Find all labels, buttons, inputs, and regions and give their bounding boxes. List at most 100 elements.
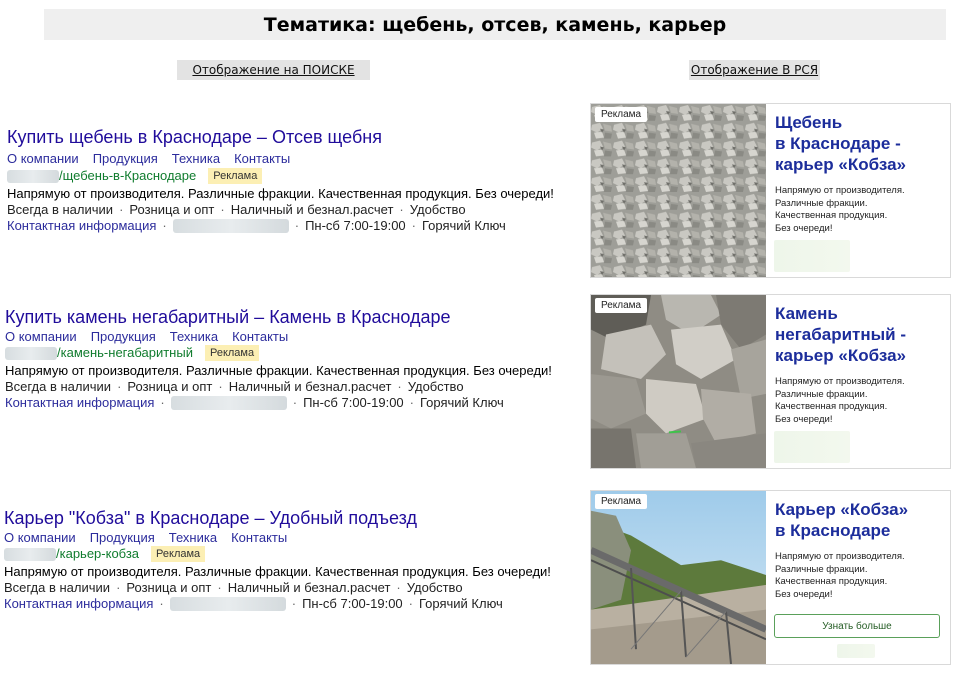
ad-url-row: /карьер-кобза Реклама [4,546,551,562]
boulders-photo [591,295,766,468]
ad-label: Реклама [595,494,648,509]
quarry-photo [591,491,766,664]
sitelink[interactable]: О компании [7,151,79,166]
title-line: Карьер «Кобза» [775,500,909,519]
sitelink[interactable]: Продукция [93,151,158,166]
rsya-ad-text: Карьер «Кобза» в Краснодаре Напрямую от … [775,499,945,601]
sitelink[interactable]: Продукция [90,530,155,545]
title-line: негабаритный - [775,325,906,344]
sitelink[interactable]: О компании [5,329,77,344]
ad-features: Всегда в наличии · Розница и опт · Наличный … [7,202,466,217]
sitelink[interactable]: Техника [172,151,220,166]
ad-badge: Реклама [208,168,263,184]
ad-url-row: /щебень-в-Краснодаре Реклама [7,168,554,184]
ad-label: Реклама [595,298,648,313]
ad-url-path[interactable]: /карьер-кобза [56,546,139,562]
desc-line: Напрямую от производителя. [775,551,905,562]
desc-line: Качественная продукция. [775,401,888,412]
work-hours: Пн-сб 7:00-19:00 [302,596,403,611]
feature: Розница и опт [127,379,213,394]
rsya-ad-text: Камень негабаритный - карьер «Кобза» Нап… [775,303,945,426]
sitelink[interactable]: Контакты [231,530,287,545]
sitelink[interactable]: Техника [170,329,218,344]
title-line: в Краснодаре [775,521,891,540]
sitelink[interactable]: Техника [169,530,217,545]
sitelink[interactable]: О компании [4,530,76,545]
rsya-ad-title[interactable]: Карьер «Кобза» в Краснодаре [775,499,945,541]
ad-title[interactable]: Карьер "Кобза" в Краснодаре – Удобный по… [4,508,551,529]
ad-description: Напрямую от производителя. Различные фра… [5,363,552,378]
ad-description: Напрямую от производителя. Различные фра… [4,564,551,579]
ad-contact-row: Контактная информация · · Пн-сб 7:00-19:0… [4,596,503,612]
page-header: Тематика: щебень, отсев, камень, карьер [44,9,946,40]
work-hours: Пн-сб 7:00-19:00 [305,218,406,233]
sitelink[interactable]: Контакты [234,151,290,166]
ad-features: Всегда в наличии · Розница и опт · Наличный … [5,379,464,394]
blurred-domain [4,547,56,561]
feature: Наличный и безнал.расчет [228,379,392,394]
rsya-ad-text: Щебень в Краснодаре - карьер «Кобза» Нап… [775,112,945,235]
desc-line: Напрямую от производителя. [775,185,905,196]
blurred-phone [172,219,289,233]
search-ad: Купить щебень в Краснодаре – Отсев щебня… [7,127,554,234]
blurred-domain [837,644,875,658]
ad-contact-row: Контактная информация · · Пн-сб 7:00-19:0… [7,218,506,234]
feature: Всегда в наличии [5,379,112,394]
ad-features: Всегда в наличии · Розница и опт · Наличный … [4,580,463,595]
rsya-ad-description: Напрямую от производителя. Различные фра… [775,185,945,235]
feature: Наличный и безнал.расчет [227,580,391,595]
ad-url-path[interactable]: /щебень-в-Краснодаре [59,168,196,184]
feature: Розница и опт [129,202,215,217]
search-ad: Купить камень негабаритный – Камень в Кр… [5,307,552,411]
desc-line: Различные фракции. [775,563,868,575]
title-line: в Краснодаре - [775,134,901,153]
feature: Розница и опт [126,580,212,595]
contact-info-link[interactable]: Контактная информация [4,596,153,612]
blurred-phone [170,396,287,410]
city: Горячий Ключ [420,395,504,410]
contact-info-link[interactable]: Контактная информация [5,395,154,411]
feature: Удобство [409,202,466,217]
blurred-domain [5,346,57,360]
sitelinks: О компании Продукция Техника Контакты [5,329,552,345]
rsya-ad-card[interactable]: Реклама Карьер «Кобза» в Краснодаре Напр… [590,490,951,665]
title-line: Щебень [775,113,843,132]
feature: Всегда в наличии [7,202,114,217]
page-title: Тематика: щебень, отсев, камень, карьер [263,13,727,36]
ad-description: Напрямую от производителя. Различные фра… [7,186,554,201]
rsya-ad-card[interactable]: Реклама Камень негабаритный - карьер «Ко… [590,294,951,469]
rsya-column-label: Отображение В РСЯ [689,60,820,80]
ad-badge: Реклама [151,546,206,562]
sitelink[interactable]: Контакты [232,329,288,344]
rsya-ad-title[interactable]: Щебень в Краснодаре - карьер «Кобза» [775,112,945,175]
work-hours: Пн-сб 7:00-19:00 [303,395,404,410]
ad-title[interactable]: Купить камень негабаритный – Камень в Кр… [5,307,552,328]
sitelinks: О компании Продукция Техника Контакты [4,530,551,546]
contact-info-link[interactable]: Контактная информация [7,218,156,234]
ad-url-row: /камень-негабаритный Реклама [5,345,552,361]
ad-badge: Реклама [204,345,260,361]
city: Горячий Ключ [422,218,506,233]
blurred-phone [169,597,286,611]
rsya-ad-description: Напрямую от производителя. Различные фра… [775,376,945,426]
title-line: Камень [775,304,838,323]
ad-title[interactable]: Купить щебень в Краснодаре – Отсев щебня [7,127,554,148]
ad-contact-row: Контактная информация · · Пн-сб 7:00-19:0… [5,395,504,411]
sitelink[interactable]: Продукция [91,329,156,344]
rsya-ad-title[interactable]: Камень негабаритный - карьер «Кобза» [775,303,945,366]
feature: Удобство [406,580,463,595]
blurred-domain [774,431,850,463]
sitelinks: О компании Продукция Техника Контакты [7,151,554,167]
rsya-ad-card[interactable]: Реклама Щебень в Краснодаре - карьер «Ко… [590,103,951,278]
title-line: карьер «Кобза» [775,155,906,174]
feature: Удобство [407,379,464,394]
ad-url-path[interactable]: /камень-негабаритный [57,345,193,361]
blurred-domain [7,169,59,183]
desc-line: Без очереди! [775,588,833,600]
feature: Всегда в наличии [4,580,111,595]
desc-line: Без очереди! [775,413,833,425]
desc-line: Различные фракции. [775,197,868,209]
city: Горячий Ключ [419,596,503,611]
desc-line: Напрямую от производителя. [775,376,905,387]
learn-more-button[interactable]: Узнать больше [774,614,940,638]
